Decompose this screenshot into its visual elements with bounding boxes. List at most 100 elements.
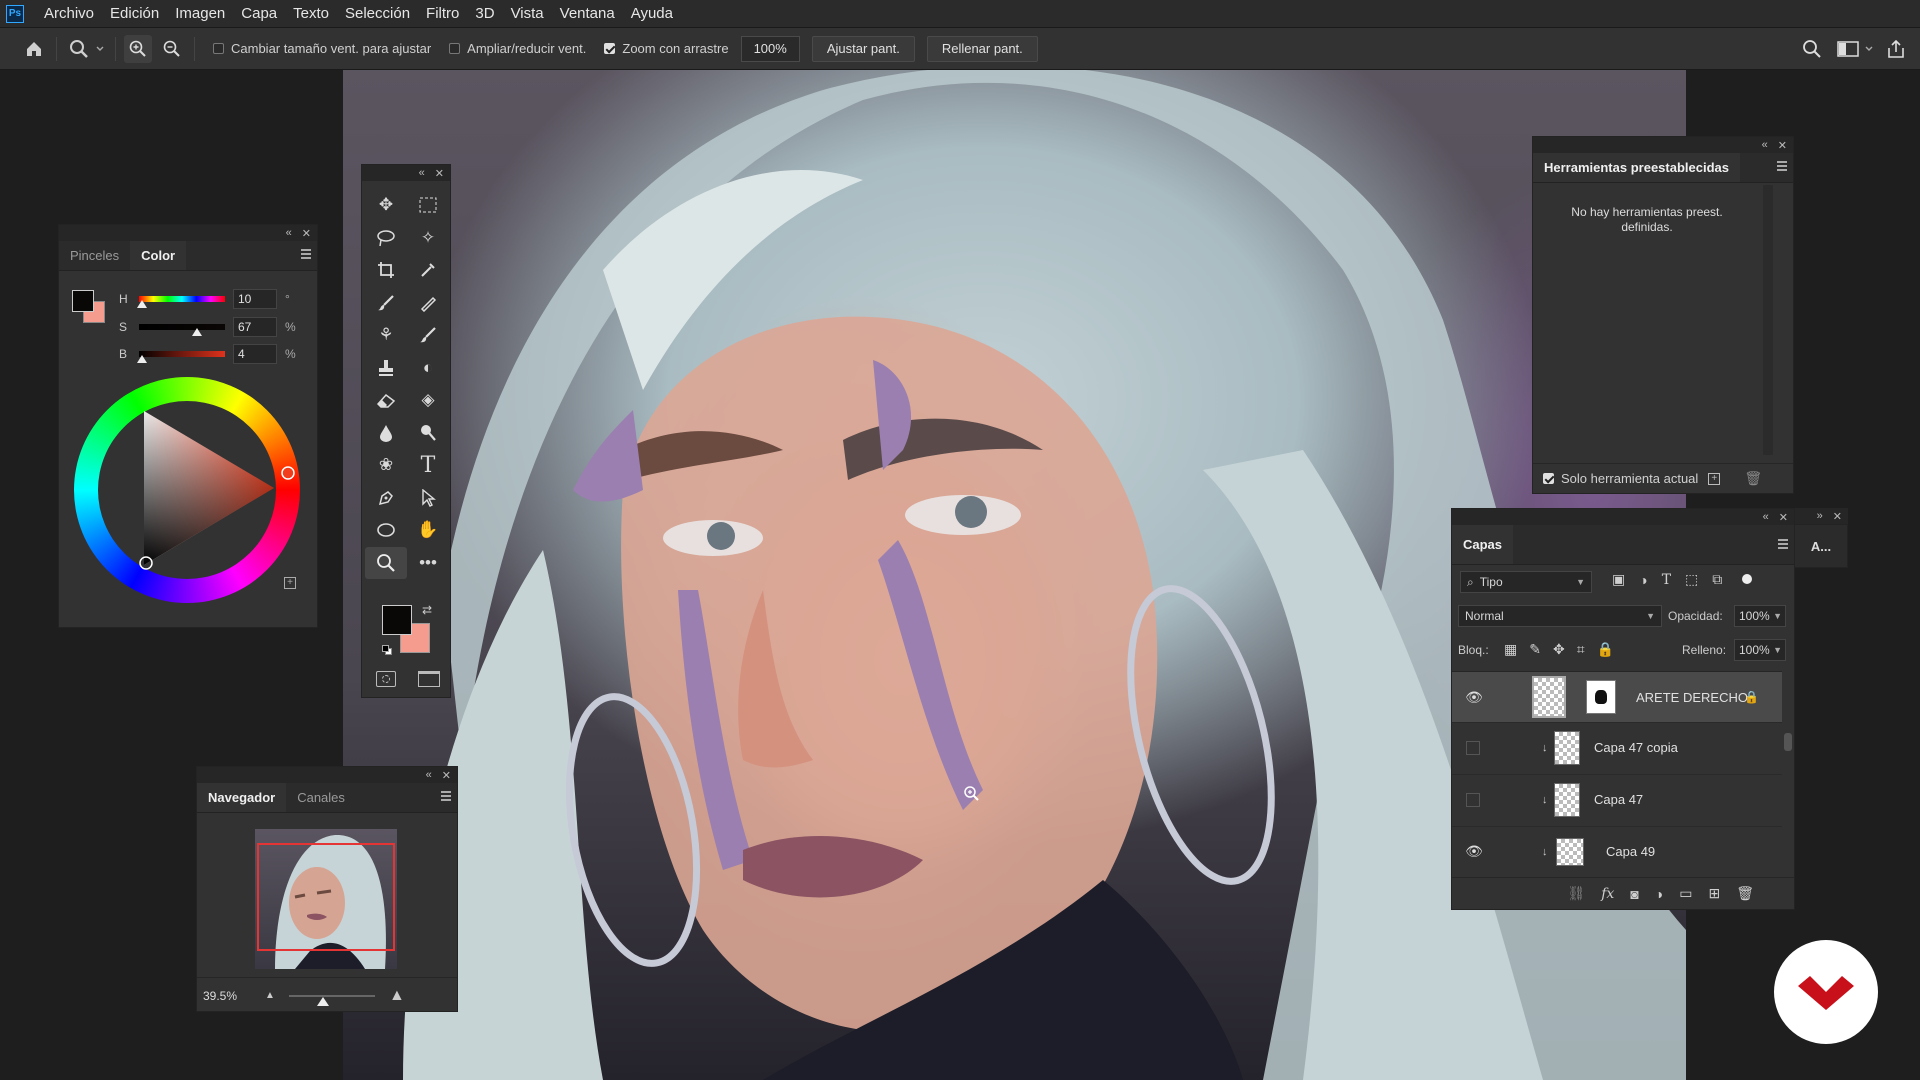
move-tool-icon[interactable]: ✥ — [365, 189, 407, 222]
navigator-zoom-value[interactable]: 39.5% — [203, 989, 237, 1003]
menu-texto[interactable]: Texto — [285, 5, 337, 22]
collapse-icon[interactable]: « — [1762, 139, 1768, 151]
hue-ring[interactable] — [74, 377, 300, 603]
filter-adjustment-icon[interactable]: ◑ — [1639, 571, 1647, 588]
checkbox-box-checked[interactable] — [604, 43, 616, 54]
collapse-icon[interactable]: « — [419, 167, 425, 179]
layers-scrollbar[interactable] — [1782, 673, 1794, 873]
workspace-icon[interactable] — [1834, 35, 1862, 63]
saturation-brightness-triangle[interactable] — [74, 377, 300, 603]
photoshop-logo[interactable]: Ps — [6, 4, 24, 23]
eye-icon[interactable]: 👁 — [1465, 843, 1483, 860]
collapsed-panel-button[interactable]: A... — [1794, 524, 1848, 568]
zoom-in-icon[interactable] — [124, 34, 152, 63]
filter-toggle-icon[interactable] — [1742, 574, 1753, 584]
zoom-tool-icon[interactable] — [65, 35, 93, 63]
expand-icon[interactable]: » — [1817, 510, 1823, 522]
menu-ayuda[interactable]: Ayuda — [623, 5, 681, 22]
hue-input[interactable]: 10 — [233, 289, 277, 309]
mixer-brush-tool-icon[interactable]: ⚘ — [365, 319, 407, 352]
menu-edicion[interactable]: Edición — [102, 5, 167, 22]
layer-name[interactable]: Capa 47 — [1594, 792, 1643, 807]
default-colors-icon[interactable] — [382, 645, 392, 655]
navigator-zoom-slider[interactable] — [288, 994, 375, 1006]
close-icon[interactable]: ✕ — [1778, 139, 1787, 152]
slider-thumb[interactable] — [136, 300, 147, 308]
layer-row-capa-47-copia[interactable]: ↓ Capa 47 copia — [1452, 722, 1782, 772]
layer-name[interactable]: Capa 49 — [1606, 844, 1655, 859]
stamp-tool-icon[interactable] — [365, 352, 407, 385]
menu-imagen[interactable]: Imagen — [167, 5, 233, 22]
navigator-thumbnail[interactable] — [255, 829, 397, 969]
visibility-toggle[interactable] — [1466, 740, 1480, 755]
close-icon[interactable]: ✕ — [1779, 511, 1788, 524]
trash-icon[interactable]: 🗑 — [1736, 885, 1754, 902]
add-mask-icon[interactable]: ◙ — [1630, 886, 1638, 902]
brush-tool-icon[interactable] — [365, 287, 407, 320]
slider-thumb[interactable] — [137, 355, 148, 363]
presets-scrollbar[interactable] — [1763, 185, 1773, 455]
layer-row-capa-47[interactable]: ↓ Capa 47 — [1452, 774, 1782, 824]
lock-all-icon[interactable]: 🔒 — [1597, 641, 1614, 658]
paint-bucket-tool-icon[interactable]: ◈ — [407, 384, 449, 417]
layer-row-arete-derecho[interactable]: 👁 ARETE DERECHO 🔒 — [1452, 672, 1782, 722]
panel-menu-icon[interactable] — [1777, 161, 1787, 171]
slider-thumb[interactable] — [191, 328, 202, 336]
fit-screen-button[interactable]: Ajustar pant. — [811, 35, 915, 62]
menu-ventana[interactable]: Ventana — [552, 5, 623, 22]
tab-herramientas-preestablecidas[interactable]: Herramientas preestablecidas — [1533, 153, 1740, 182]
zoom-percent-field[interactable]: 100% — [740, 35, 800, 62]
menu-3d[interactable]: 3D — [467, 5, 502, 22]
magic-wand-tool-icon[interactable]: ✧ — [407, 222, 449, 255]
eyedropper-tool-icon[interactable] — [407, 254, 449, 287]
hand-tool-icon[interactable]: ✋ — [407, 514, 449, 547]
more-tools-icon[interactable]: ••• — [407, 547, 449, 580]
screen-mode-icon[interactable] — [418, 671, 440, 687]
history-brush-tool-icon[interactable] — [407, 319, 449, 352]
quick-mask-icon[interactable] — [376, 671, 396, 687]
lock-transparent-icon[interactable]: ▦ — [1504, 641, 1517, 658]
menu-capa[interactable]: Capa — [233, 5, 285, 22]
menu-seleccion[interactable]: Selección — [337, 5, 418, 22]
lock-paint-icon[interactable]: ✎ — [1529, 641, 1541, 658]
group-folder-icon[interactable]: ▭ — [1679, 885, 1692, 902]
visibility-toggle[interactable] — [1466, 792, 1480, 807]
menu-vista[interactable]: Vista — [503, 5, 552, 22]
blend-mode-select[interactable]: Normal ▼ — [1458, 605, 1662, 627]
lock-artboard-icon[interactable]: ⌗ — [1577, 641, 1585, 658]
scrollbar-thumb[interactable] — [1784, 733, 1792, 751]
lock-position-icon[interactable]: ✥ — [1553, 641, 1565, 658]
chevron-down-icon[interactable] — [93, 35, 107, 63]
dodge-tool-icon[interactable] — [407, 417, 449, 450]
opacity-input[interactable]: 100% ▼ — [1734, 605, 1786, 627]
close-icon[interactable]: ✕ — [435, 167, 444, 180]
checkbox-box-checked[interactable] — [1543, 473, 1554, 484]
hue-slider[interactable] — [136, 296, 225, 308]
zoom-out-mountain-icon[interactable]: ▲ — [265, 990, 275, 1001]
panel-menu-icon[interactable] — [301, 249, 311, 259]
current-tool-only-checkbox[interactable]: Solo herramienta actual — [1543, 471, 1698, 486]
close-icon[interactable]: ✕ — [1833, 510, 1842, 523]
tab-canales[interactable]: Canales — [286, 783, 356, 812]
link-layers-icon[interactable]: ⛓ — [1567, 885, 1585, 902]
tab-capas[interactable]: Capas — [1452, 525, 1514, 564]
eraser-tool-icon[interactable] — [365, 384, 407, 417]
chevron-down-icon[interactable] — [1862, 35, 1876, 63]
brightness-slider[interactable] — [137, 351, 225, 363]
resize-windows-checkbox[interactable]: Cambiar tamaño vent. para ajustar — [213, 41, 431, 56]
filter-smart-object-icon[interactable]: ⧉ — [1712, 571, 1722, 588]
zoom-in-mountain-icon[interactable]: ▲ — [389, 987, 405, 1005]
collapse-icon[interactable]: « — [1763, 511, 1769, 523]
close-icon[interactable]: ✕ — [442, 769, 451, 782]
panel-menu-icon[interactable] — [1778, 539, 1788, 549]
filter-pixel-icon[interactable]: ▣ — [1612, 571, 1625, 588]
sponge-tool-icon[interactable]: ❀ — [365, 449, 407, 482]
type-tool-icon[interactable]: T — [407, 449, 449, 482]
share-icon[interactable] — [1882, 35, 1910, 63]
new-preset-icon[interactable]: + — [1708, 472, 1721, 485]
tab-color[interactable]: Color — [130, 241, 187, 270]
eye-icon[interactable]: 👁 — [1465, 689, 1483, 705]
fill-screen-button[interactable]: Rellenar pant. — [926, 35, 1038, 62]
fx-icon[interactable]: fx — [1601, 886, 1614, 902]
tab-navegador[interactable]: Navegador — [197, 783, 287, 812]
